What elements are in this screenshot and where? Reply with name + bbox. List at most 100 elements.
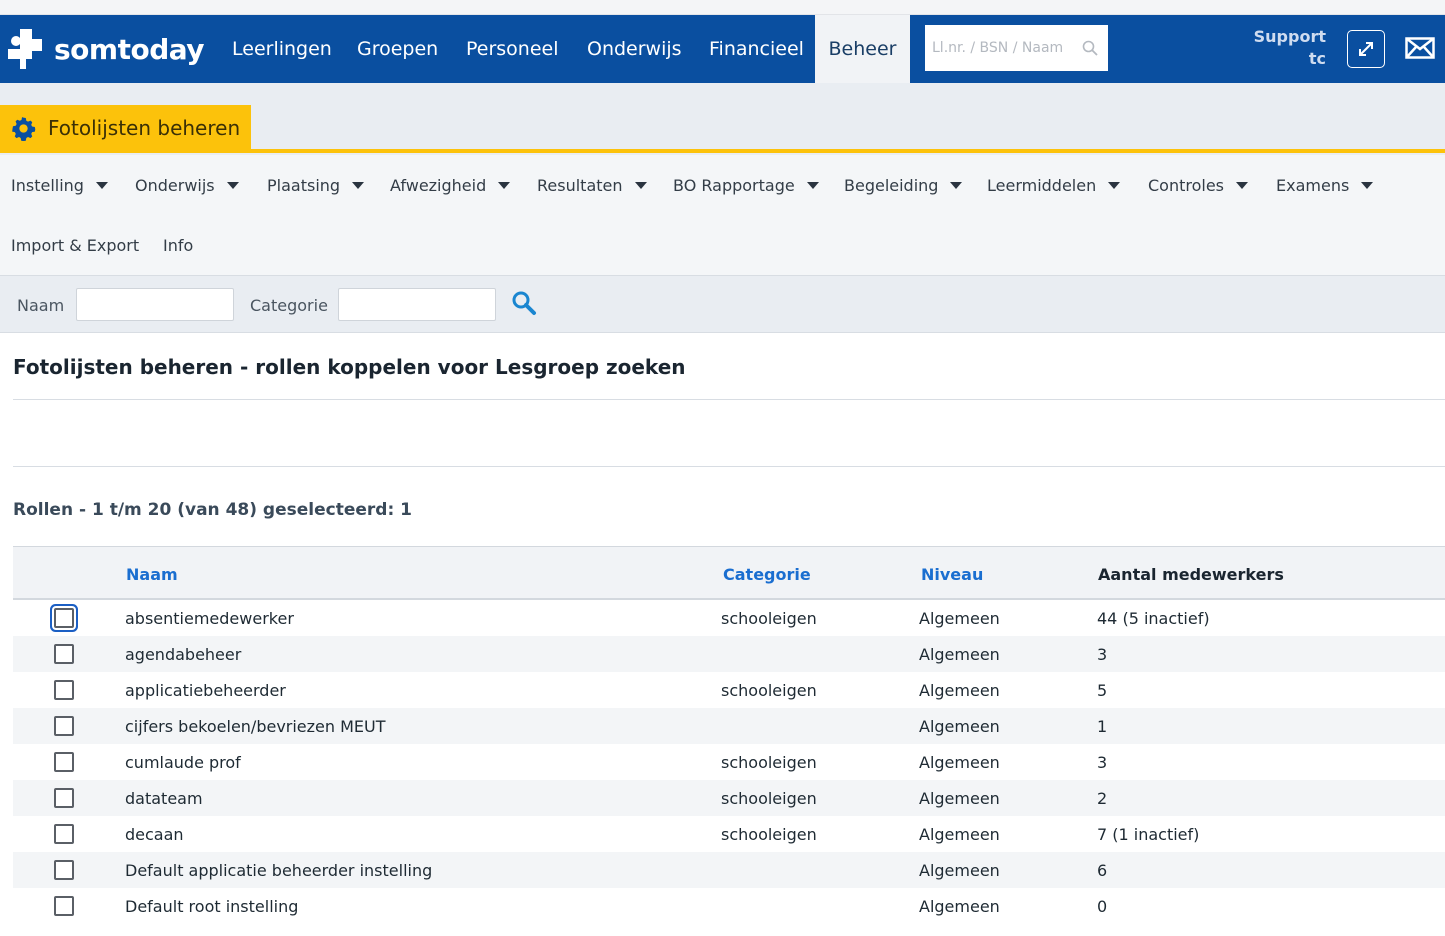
page-tab[interactable]: Fotolijsten beheren [0, 105, 251, 151]
cell-aantal: 1 [1097, 717, 1108, 736]
naam-label: Naam [17, 296, 65, 315]
cell-aantal: 3 [1097, 753, 1108, 772]
divider [13, 399, 1445, 400]
cell-niveau: Algemeen [919, 789, 1000, 808]
somtoday-logo-icon [8, 29, 42, 69]
cell-aantal: 0 [1097, 897, 1108, 916]
caret-down-icon [1236, 182, 1249, 189]
student-search-input[interactable] [925, 25, 1075, 71]
menu-plaatsing[interactable]: Plaatsing [267, 176, 365, 195]
menu-label: Onderwijs [135, 176, 215, 195]
column-aantal-medewerkers: Aantal medewerkers [1098, 565, 1284, 584]
column-categorie[interactable]: Categorie [723, 565, 811, 584]
menu-onderwijs[interactable]: Onderwijs [135, 176, 239, 195]
cell-aantal: 5 [1097, 681, 1108, 700]
expand-icon [1359, 42, 1373, 56]
fullscreen-button[interactable] [1347, 30, 1385, 68]
row-checkbox[interactable] [54, 752, 74, 772]
mail-icon [1405, 37, 1435, 59]
table-row[interactable]: agendabeheer Algemeen 3 [13, 636, 1445, 672]
cell-niveau: Algemeen [919, 645, 1000, 664]
header-divider [0, 149, 1445, 153]
cell-aantal: 44 (5 inactief) [1097, 609, 1210, 628]
menu-begeleiding[interactable]: Begeleiding [844, 176, 963, 195]
menu-import-export[interactable]: Import & Export [11, 236, 139, 255]
menu-label: Examens [1276, 176, 1350, 195]
cell-aantal: 7 (1 inactief) [1097, 825, 1200, 844]
caret-down-icon [1108, 182, 1121, 189]
menu-info[interactable]: Info [163, 236, 193, 255]
row-checkbox[interactable] [54, 896, 74, 916]
top-navigation: somtoday Leerlingen Groepen Personeel On… [0, 15, 1445, 83]
nav-onderwijs[interactable]: Onderwijs [587, 15, 682, 83]
nav-financieel[interactable]: Financieel [709, 15, 804, 83]
divider [13, 466, 1445, 467]
cell-niveau: Algemeen [919, 681, 1000, 700]
filter-bar: Naam Categorie [0, 275, 1445, 333]
table-row[interactable]: applicatiebeheerder schooleigen Algemeen… [13, 672, 1445, 708]
row-checkbox[interactable] [54, 860, 74, 880]
menu-controles[interactable]: Controles [1148, 176, 1249, 195]
menu-leermiddelen[interactable]: Leermiddelen [987, 176, 1121, 195]
menu-resultaten[interactable]: Resultaten [537, 176, 647, 195]
cell-aantal: 6 [1097, 861, 1108, 880]
nav-groepen[interactable]: Groepen [357, 15, 438, 83]
caret-down-icon [634, 182, 647, 189]
row-checkbox[interactable] [54, 788, 74, 808]
result-count: Rollen - 1 t/m 20 (van 48) geselecteerd:… [13, 500, 412, 520]
cell-niveau: Algemeen [919, 609, 1000, 628]
student-search [925, 25, 1108, 71]
nav-beheer[interactable]: Beheer [815, 15, 910, 83]
cell-categorie: schooleigen [721, 609, 817, 628]
search-icon[interactable] [511, 290, 537, 316]
categorie-label: Categorie [250, 296, 328, 315]
cell-naam: agendabeheer [125, 645, 242, 664]
row-checkbox[interactable] [54, 824, 74, 844]
cell-categorie: schooleigen [721, 681, 817, 700]
search-icon[interactable] [1082, 40, 1098, 56]
menu-label: Begeleiding [844, 176, 939, 195]
menu-label: Instelling [11, 176, 84, 195]
table-row[interactable]: Default root instelling Algemeen 0 [13, 888, 1445, 924]
menu-instelling[interactable]: Instelling [11, 176, 108, 195]
table-row[interactable]: decaan schooleigen Algemeen 7 (1 inactie… [13, 816, 1445, 852]
menu-label: Leermiddelen [987, 176, 1097, 195]
menu-afwezigheid[interactable]: Afwezigheid [390, 176, 511, 195]
column-naam[interactable]: Naam [126, 565, 178, 584]
support-link[interactable]: Support tc [1246, 26, 1326, 70]
cell-naam: applicatiebeheerder [125, 681, 286, 700]
messages-button[interactable] [1405, 37, 1435, 63]
categorie-input[interactable] [338, 288, 496, 321]
nav-personeel[interactable]: Personeel [466, 15, 559, 83]
table-row[interactable]: cumlaude prof schooleigen Algemeen 3 [13, 744, 1445, 780]
table-row[interactable]: cijfers bekoelen/bevriezen MEUT Algemeen… [13, 708, 1445, 744]
row-checkbox[interactable] [54, 680, 74, 700]
menu-label: Plaatsing [267, 176, 341, 195]
cell-naam: cumlaude prof [125, 753, 241, 772]
cell-naam: cijfers bekoelen/bevriezen MEUT [125, 717, 386, 736]
table-row[interactable]: datateam schooleigen Algemeen 2 [13, 780, 1445, 816]
cell-naam: decaan [125, 825, 184, 844]
row-checkbox[interactable] [54, 608, 74, 628]
menu-bo-rapportage[interactable]: BO Rapportage [673, 176, 819, 195]
table-row[interactable]: absentiemedewerker schooleigen Algemeen … [13, 600, 1445, 636]
cell-categorie: schooleigen [721, 753, 817, 772]
cell-naam: Default applicatie beheerder instelling [125, 861, 433, 880]
menu-examens[interactable]: Examens [1276, 176, 1374, 195]
table-row[interactable]: Default applicatie beheerder instelling … [13, 852, 1445, 888]
cell-aantal: 3 [1097, 645, 1108, 664]
cell-niveau: Algemeen [919, 861, 1000, 880]
somtoday-logo[interactable]: somtoday [6, 27, 205, 71]
caret-down-icon [352, 182, 365, 189]
row-checkbox[interactable] [54, 716, 74, 736]
cell-niveau: Algemeen [919, 825, 1000, 844]
roles-table: Naam Categorie Niveau Aantal medewerkers… [13, 546, 1445, 924]
page-tab-title: Fotolijsten beheren [48, 116, 241, 140]
cell-naam: datateam [125, 789, 203, 808]
row-checkbox[interactable] [54, 644, 74, 664]
nav-leerlingen[interactable]: Leerlingen [232, 15, 332, 83]
caret-down-icon [1361, 182, 1374, 189]
gear-icon [12, 116, 36, 141]
naam-input[interactable] [76, 288, 234, 321]
column-niveau[interactable]: Niveau [921, 565, 983, 584]
